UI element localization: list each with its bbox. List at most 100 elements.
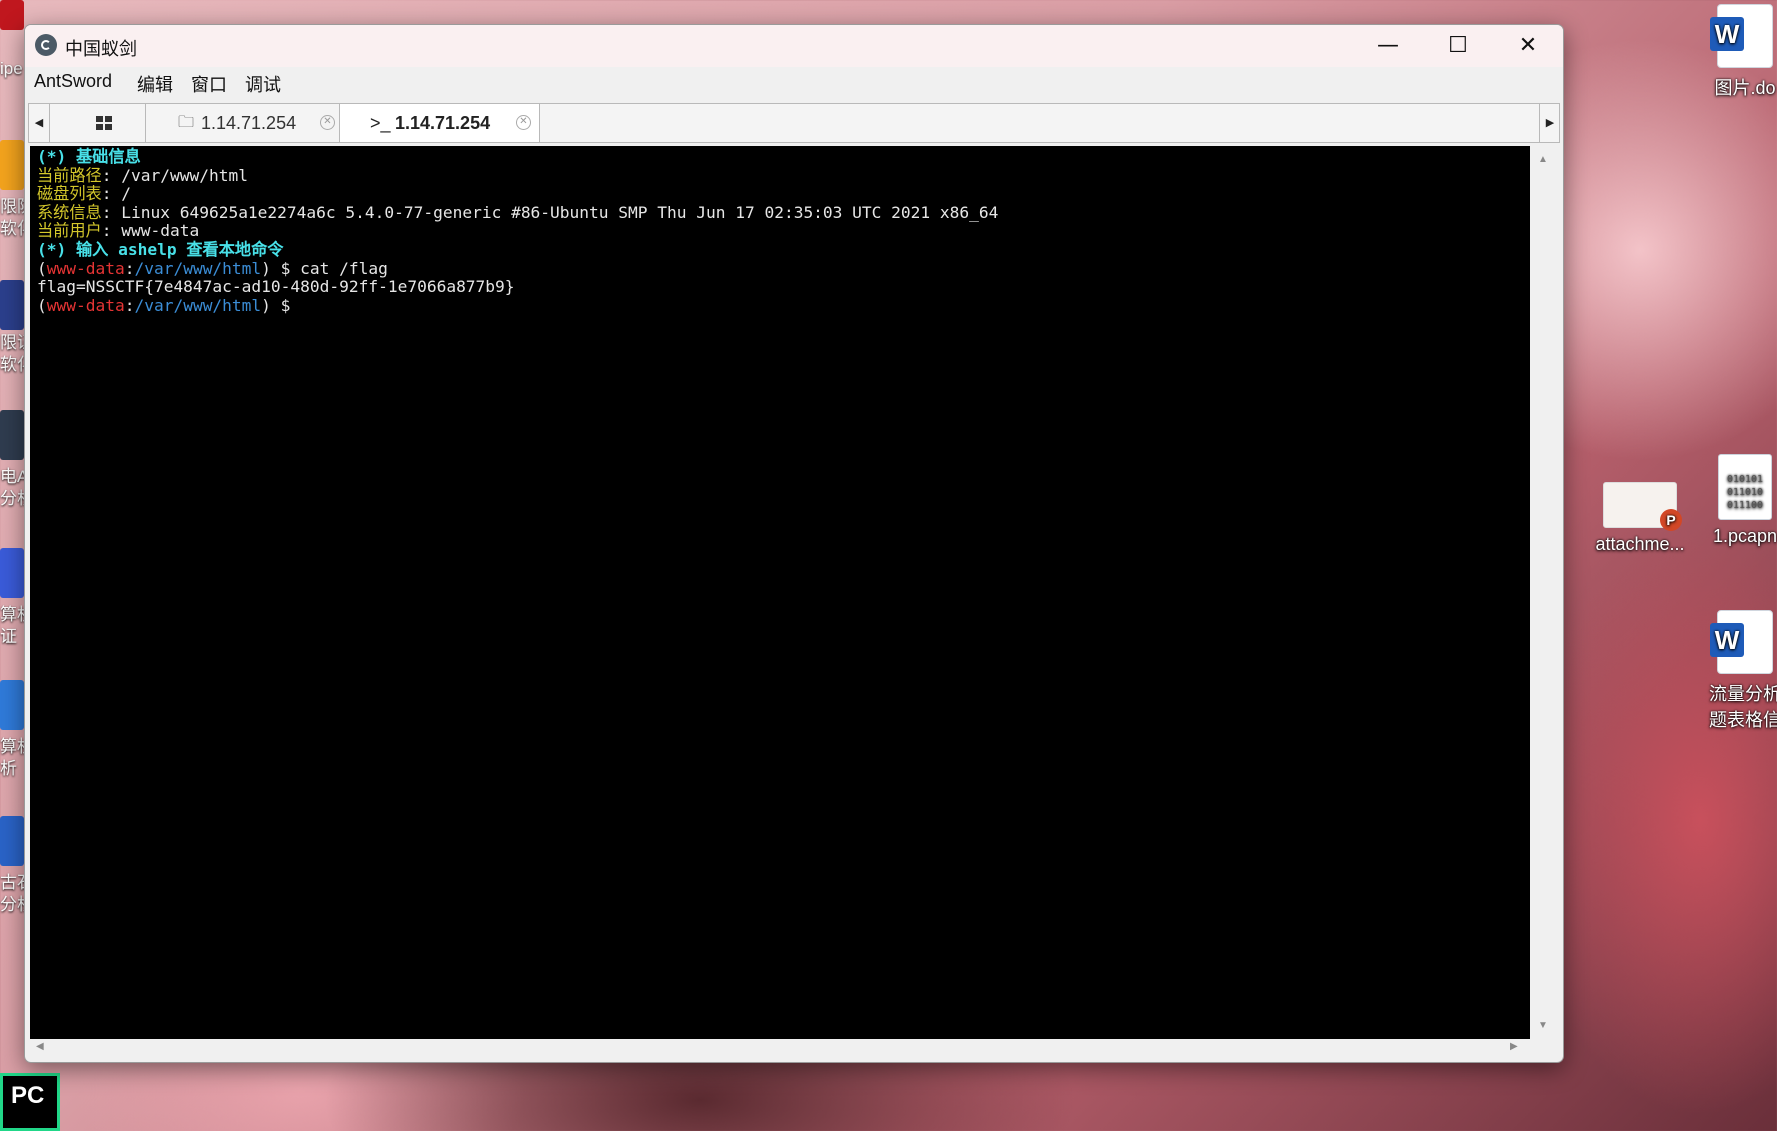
terminal-text: : www-data	[101, 221, 200, 241]
desktop-icon-label: 算机	[0, 605, 26, 624]
terminal-text: ) $	[261, 295, 291, 315]
window-title: 中国蚁剑	[65, 39, 137, 59]
desktop-icon-label: 算机	[0, 737, 26, 756]
menu-debug[interactable]: 调试	[245, 71, 281, 97]
terminal-line: flag=NSSCTF{7e4847ac-ad10-480d-92ff-1e70…	[37, 277, 1530, 297]
tab-close-icon[interactable]: ✕	[516, 115, 531, 130]
desktop-icon-label: 证	[0, 627, 17, 646]
desktop-icon-label: 分析	[0, 489, 26, 508]
menu-antsword[interactable]: AntSword	[34, 71, 112, 92]
binary-line: 011010	[1726, 487, 1764, 498]
desktop-icon-label: 限证	[0, 333, 26, 352]
binary-line: 011100	[1726, 500, 1764, 511]
terminal-line: (*) 输入 ashelp 查看本地命令	[37, 239, 1530, 260]
terminal-line: (www-data:/var/www/html) $	[37, 295, 1530, 316]
terminal-line: 系统信息: Linux 649625a1e2274a6c 5.4.0-77-ge…	[37, 202, 1530, 223]
antsword-logo-icon	[35, 34, 57, 56]
menu-bar: AntSword 编辑 窗口 调试	[25, 67, 1563, 97]
tab-home[interactable]	[49, 104, 146, 142]
app-shortcut-icon[interactable]	[0, 410, 24, 460]
terminal-text: :	[124, 295, 135, 315]
desktop-icon-label: 图片.do	[1714, 78, 1776, 98]
antsword-window: 中国蚁剑 — ☐ ✕ AntSword 编辑 窗口 调试 ◀ 🗀 1.14.71…	[24, 24, 1564, 1063]
terminal-line: 当前路径: /var/www/html	[37, 165, 1530, 186]
scroll-up-icon[interactable]: ▲	[1530, 154, 1556, 165]
terminal-text: (	[37, 258, 47, 278]
desktop-icon-label: 析	[0, 759, 17, 778]
folder-icon: 🗀	[178, 114, 195, 131]
terminal-text: /var/www/html	[134, 295, 262, 315]
terminal-line: (*) 基础信息	[37, 147, 1530, 167]
app-shortcut-icon[interactable]	[0, 0, 24, 30]
desktop-icon-label: 1.pcapn	[1712, 526, 1777, 546]
terminal-text: /var/www/html	[134, 258, 262, 278]
desktop-file-word-2[interactable]: W 流量分析 题表格信	[1690, 610, 1777, 732]
terminal-output[interactable]: (*) 基础信息 当前路径: /var/www/html 磁盘列表: / 系统信息: …	[30, 146, 1530, 1039]
terminal-text: 当前路径	[37, 165, 102, 185]
maximize-button[interactable]: ☐	[1423, 25, 1493, 67]
app-shortcut-icon[interactable]	[0, 680, 24, 730]
terminal-text: : /var/www/html	[101, 165, 248, 185]
desktop-icon-label: 流量分析	[1709, 684, 1777, 704]
pycharm-icon[interactable]: PC	[0, 1073, 60, 1131]
terminal-line: 当前用户: www-data	[37, 222, 1530, 241]
tab-bar: ◀ 🗀 1.14.71.254 ✕ >_ 1.14.71.254 ✕ ▶	[28, 103, 1560, 143]
desktop-file-ppt[interactable]: P attachme...	[1585, 482, 1695, 555]
app-shortcut-icon[interactable]	[0, 548, 24, 598]
tab-label: 1.14.71.254	[201, 113, 297, 133]
desktop-icon-label: attachme...	[1595, 534, 1685, 554]
close-button[interactable]: ✕	[1493, 25, 1563, 67]
terminal-line: (www-data:/var/www/html) $ cat /flag	[37, 258, 1530, 279]
vertical-scrollbar[interactable]: ▲ ▼	[1530, 146, 1556, 1039]
terminal-text: 系统信息	[37, 202, 102, 222]
desktop-icon-label-line2: 题表格信	[1709, 710, 1777, 730]
horizontal-scrollbar[interactable]: ◀ ▶	[30, 1039, 1530, 1059]
grid-icon	[96, 116, 112, 130]
scroll-left-icon[interactable]: ◀	[36, 1041, 44, 1052]
terminal-text: (	[37, 295, 47, 315]
binary-file-icon: 010101 011010 011100	[1718, 454, 1772, 520]
terminal-text: www-data	[46, 258, 125, 278]
terminal-text: : Linux 649625a1e2274a6c 5.4.0-77-generi…	[101, 202, 999, 222]
desktop-icon-label: 分析	[0, 895, 26, 914]
taskbar-icon-label: PC	[11, 1082, 45, 1109]
desktop-icon-label: 古石	[0, 873, 26, 892]
powerpoint-icon: P	[1603, 482, 1682, 531]
desktop-file-word-1[interactable]: W 图片.do	[1690, 4, 1777, 100]
tab-terminal[interactable]: >_ 1.14.71.254 ✕	[340, 104, 540, 142]
tab-scroll-left-icon[interactable]: ◀	[29, 104, 49, 142]
desktop-left-icons: ipe 限防 软化 限证 软化 电A 分析 算机 证 算机 析 古石 分析	[0, 0, 26, 1131]
terminal-text: (*) 基础信息	[37, 147, 141, 166]
app-shortcut-icon[interactable]	[0, 140, 24, 190]
desktop-icon-label: 电A	[0, 467, 26, 486]
desktop-icon-label: ipe	[0, 59, 23, 78]
terminal-text: 当前用户	[37, 221, 102, 241]
desktop-icon-label: 限防	[0, 197, 26, 216]
title-bar[interactable]: 中国蚁剑 — ☐ ✕	[25, 25, 1563, 67]
minimize-button[interactable]: —	[1353, 25, 1423, 67]
desktop-file-pcap[interactable]: 010101 011010 011100 1.pcapn	[1690, 454, 1777, 547]
desktop-icon-label: 软化	[0, 355, 26, 374]
terminal-text: :	[124, 258, 135, 278]
binary-line: 010101	[1726, 474, 1764, 485]
terminal-text: (*) 输入 ashelp 查看本地命令	[37, 239, 284, 259]
terminal-text: ) $ cat /flag	[261, 258, 388, 278]
tab-label: 1.14.71.254	[395, 113, 491, 133]
tab-file-manager[interactable]: 🗀 1.14.71.254 ✕	[146, 104, 340, 142]
terminal-text: : /	[101, 184, 131, 204]
app-shortcut-icon[interactable]	[0, 280, 24, 330]
word-doc-icon: W	[1710, 4, 1773, 68]
terminal-text: www-data	[46, 295, 125, 315]
scroll-right-icon[interactable]: ▶	[1510, 1041, 1518, 1052]
scroll-down-icon[interactable]: ▼	[1530, 1020, 1556, 1031]
tab-close-icon[interactable]: ✕	[320, 115, 335, 130]
terminal-icon: >_	[370, 113, 391, 133]
desktop-icon-label: 软化	[0, 219, 26, 238]
menu-window[interactable]: 窗口	[191, 71, 227, 97]
tab-scroll-right-icon[interactable]: ▶	[1539, 104, 1560, 142]
menu-edit[interactable]: 编辑	[137, 71, 173, 97]
terminal-text: flag=NSSCTF{7e4847ac-ad10-480d-92ff-1e70…	[37, 277, 515, 297]
app-shortcut-icon[interactable]	[0, 816, 24, 866]
terminal-text: 磁盘列表	[37, 184, 102, 204]
word-doc-icon: W	[1710, 610, 1773, 674]
